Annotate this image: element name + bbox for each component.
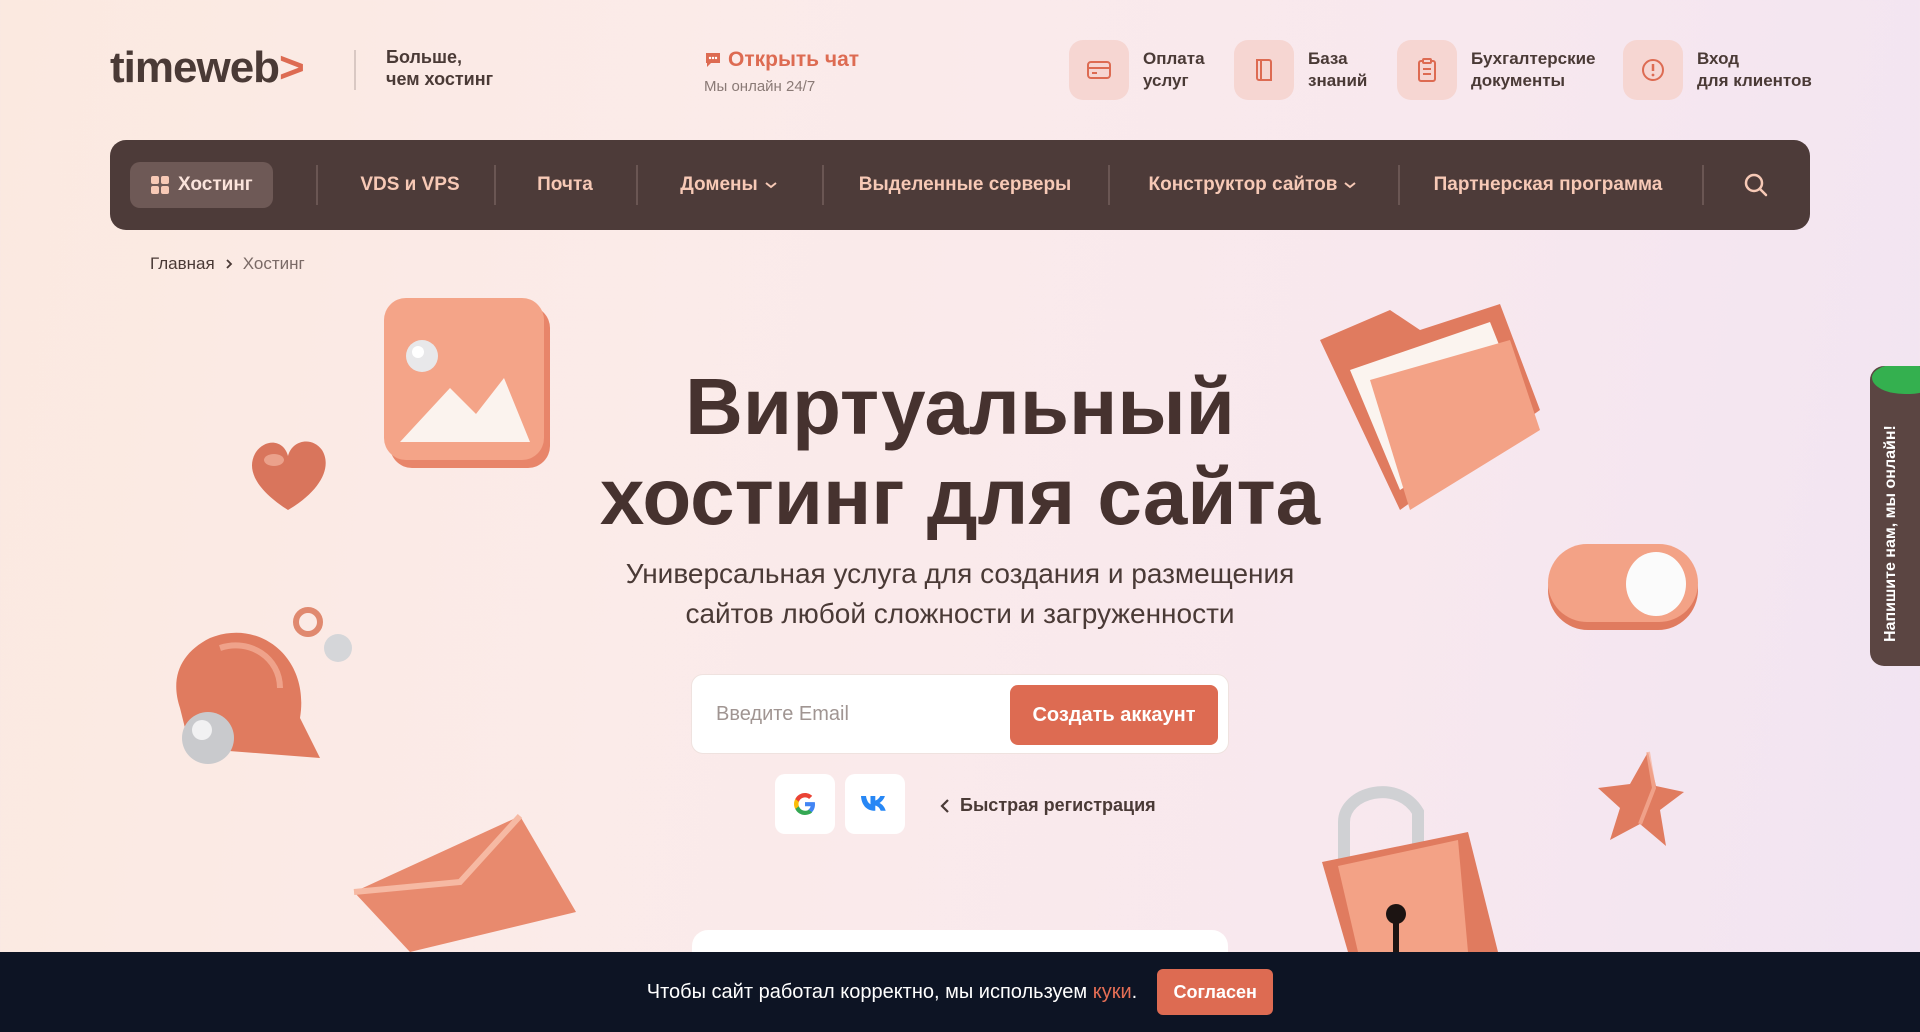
chat-block: Открыть чат Мы онлайн 24/7 — [704, 48, 859, 95]
open-chat-label: Открыть чат — [728, 48, 860, 71]
open-chat-link[interactable]: Открыть чат — [704, 48, 859, 72]
image-3d-icon — [384, 298, 550, 468]
star-3d-icon — [1598, 751, 1684, 846]
chevron-right-icon — [226, 259, 232, 269]
hero-title: Виртуальный хостинг для сайта — [599, 362, 1321, 541]
header-link-label: Бухгалтерские документы — [1471, 49, 1596, 90]
chevron-down-icon — [1344, 182, 1357, 189]
email-input[interactable] — [716, 685, 1006, 743]
chat-bubble-icon — [706, 53, 720, 67]
nav-item-dedicated-servers[interactable]: Выделенные серверы — [822, 140, 1108, 230]
bell-3d-icon — [176, 607, 352, 764]
tagline: Больше, чем хостинг — [386, 46, 546, 90]
timeweb-logo[interactable]: timeweb> — [110, 43, 305, 92]
header-link-label: Вход для клиентов — [1697, 49, 1812, 90]
main-nav: Хостинг VDS и VPS Почта Домены Выделенны… — [110, 140, 1810, 230]
book-icon — [1234, 40, 1294, 100]
site-header: timeweb> Больше, чем хостинг Открыть чат… — [0, 0, 1920, 140]
cookie-text: Чтобы сайт работал корректно, мы использ… — [646, 980, 1138, 1003]
cookie-accept-button[interactable]: Согласен — [1157, 969, 1274, 1015]
nav-item-domains[interactable]: Домены — [636, 140, 822, 230]
card-icon — [1069, 40, 1129, 100]
logo-text: timeweb — [110, 43, 280, 92]
grid-icon — [151, 176, 169, 194]
google-login-button[interactable] — [775, 774, 835, 834]
header-link-payment[interactable]: Оплата услуг — [1069, 40, 1205, 100]
nav-item-mail[interactable]: Почта — [494, 140, 636, 230]
online-chat-widget[interactable]: Напишите нам, мы онлайн! — [1870, 366, 1920, 666]
nav-item-hosting[interactable]: Хостинг — [130, 162, 273, 208]
breadcrumb-current: Хостинг — [242, 254, 305, 273]
cookie-policy-link[interactable]: куки — [1093, 981, 1132, 1003]
signup-form: Создать аккаунт — [691, 674, 1229, 754]
nav-divider — [1702, 165, 1704, 205]
cookie-banner: Чтобы сайт работал корректно, мы использ… — [0, 952, 1920, 1032]
online-chat-widget-label: Напишите нам, мы онлайн! — [1882, 425, 1899, 642]
quick-registration-link[interactable]: Быстрая регистрация — [940, 795, 1156, 816]
chevron-down-icon — [765, 182, 777, 189]
logo-divider — [354, 50, 356, 90]
header-link-knowledge-base[interactable]: База знаний — [1234, 40, 1367, 100]
header-link-accounting-docs[interactable]: Бухгалтерские документы — [1397, 40, 1595, 100]
breadcrumb: Главная Хостинг — [150, 254, 305, 274]
search-icon — [1744, 173, 1768, 197]
nav-item-vds-vps[interactable]: VDS и VPS — [316, 140, 504, 230]
google-icon — [794, 793, 815, 815]
create-account-button[interactable]: Создать аккаунт — [1010, 685, 1218, 745]
nav-item-label: Хостинг — [178, 174, 253, 195]
padlock-3d-icon — [1322, 786, 1498, 952]
online-status: Мы онлайн 24/7 — [704, 78, 816, 95]
chevron-left-icon — [940, 798, 949, 813]
nav-item-partner-program[interactable]: Партнерская программа — [1398, 140, 1698, 230]
vk-login-button[interactable] — [845, 774, 905, 834]
header-link-label: База знаний — [1308, 49, 1368, 90]
envelope-3d-icon — [353, 813, 576, 952]
hero-subtitle: Универсальная услуга для создания и разм… — [625, 558, 1295, 629]
nav-item-site-builder[interactable]: Конструктор сайтов — [1108, 140, 1398, 230]
quick-registration-label: Быстрая регистрация — [960, 795, 1156, 815]
online-indicator — [1872, 366, 1920, 394]
search-button[interactable] — [1726, 140, 1786, 230]
login-icon — [1623, 40, 1683, 100]
toggle-3d-icon — [1548, 544, 1698, 630]
header-link-label: Оплата услуг — [1143, 49, 1205, 90]
breadcrumb-home[interactable]: Главная — [150, 254, 215, 274]
clipboard-icon — [1397, 40, 1457, 100]
tagline-line1: Больше, — [386, 47, 462, 67]
vk-icon — [861, 796, 886, 811]
logo-arrow-icon: > — [279, 43, 305, 92]
tagline-line2: чем хостинг — [386, 69, 494, 89]
header-link-client-login[interactable]: Вход для клиентов — [1623, 40, 1812, 100]
heart-3d-icon — [251, 441, 326, 510]
